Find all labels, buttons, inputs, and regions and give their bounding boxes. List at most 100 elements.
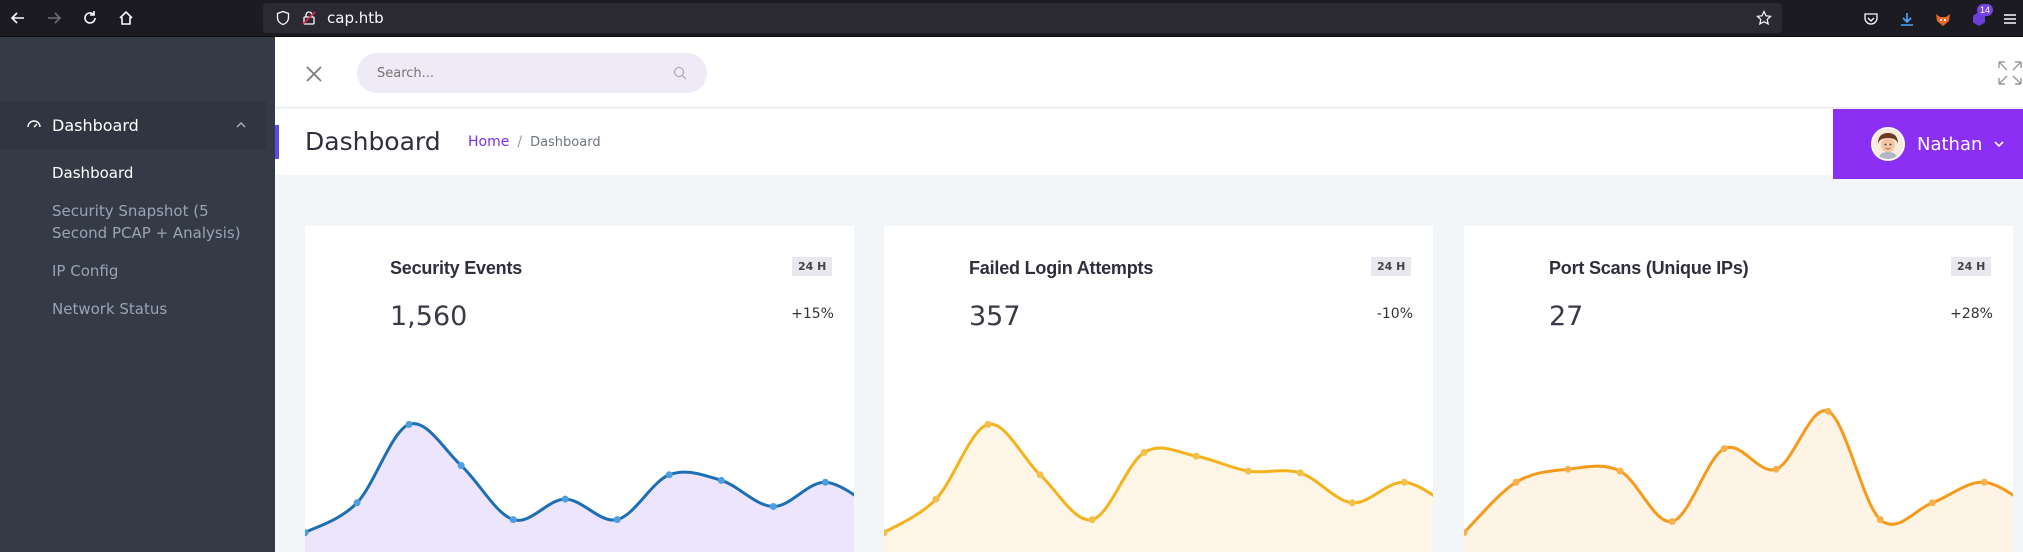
- sparkline-point[interactable]: [1564, 465, 1572, 473]
- forward-button[interactable]: [36, 0, 72, 37]
- sparkline-point[interactable]: [1616, 467, 1624, 475]
- main-content: Dashboard Home / Dashboard Nathan Securi…: [275, 37, 2023, 552]
- sidebar-group-dashboard[interactable]: Dashboard: [0, 101, 266, 149]
- sidebar: Dashboard Dashboard Security Snapshot (5…: [0, 37, 275, 552]
- url-text[interactable]: cap.htb: [327, 9, 384, 27]
- pocket-icon: [1864, 12, 1878, 25]
- close-sidebar-icon[interactable]: [305, 65, 323, 83]
- extension-fox-button[interactable]: [1925, 0, 1961, 37]
- card-title: Port Scans (Unique IPs): [1549, 258, 1749, 278]
- sparkline-point[interactable]: [1876, 516, 1884, 524]
- period-badge: 24 H: [1951, 257, 1992, 276]
- sparkline-point[interactable]: [1088, 516, 1096, 524]
- home-button[interactable]: [108, 0, 144, 37]
- title-accent-bar: [275, 125, 279, 159]
- sparkline-point[interactable]: [1244, 467, 1252, 475]
- page-header: Dashboard Home / Dashboard: [275, 109, 2023, 175]
- sparkline-point[interactable]: [1512, 478, 1520, 486]
- home-icon: [119, 10, 133, 25]
- card-value: 1,560: [390, 301, 468, 332]
- url-bar[interactable]: cap.htb: [263, 3, 1782, 33]
- sparkline-point[interactable]: [1348, 499, 1356, 507]
- sparkline-point[interactable]: [353, 499, 361, 507]
- sidebar-item-network-status[interactable]: Network Status: [0, 298, 266, 320]
- fox-extension-icon: [1936, 13, 1950, 26]
- pocket-button[interactable]: [1853, 0, 1889, 37]
- breadcrumb-separator: /: [517, 134, 523, 150]
- sparkline-point[interactable]: [1720, 445, 1728, 453]
- dashboard-gauge-icon: [27, 120, 41, 128]
- downloads-button[interactable]: [1889, 0, 1925, 37]
- sparkline-point[interactable]: [1928, 499, 1936, 507]
- shield-icon[interactable]: [275, 10, 291, 26]
- sparkline-point[interactable]: [1192, 452, 1200, 460]
- chevron-down-icon: [1994, 141, 2004, 148]
- card-value: 357: [969, 301, 1021, 332]
- browser-toolbar: cap.htb 14: [0, 0, 2023, 37]
- user-menu-button[interactable]: Nathan: [1833, 109, 2023, 179]
- breadcrumb-current: Dashboard: [530, 134, 601, 150]
- sparkline-chart: [884, 420, 1433, 552]
- reload-button[interactable]: [72, 0, 108, 37]
- search-box[interactable]: [357, 53, 707, 93]
- sidebar-item-dashboard[interactable]: Dashboard: [0, 162, 266, 184]
- sparkline-point[interactable]: [1824, 407, 1832, 415]
- sidebar-item-ip-config[interactable]: IP Config: [0, 260, 266, 282]
- page-title: Dashboard: [305, 127, 441, 156]
- arrow-left-icon: [10, 12, 24, 24]
- sparkline-point[interactable]: [1140, 448, 1148, 456]
- sparkline-point[interactable]: [509, 516, 517, 524]
- download-icon: [1901, 12, 1913, 26]
- card-title: Failed Login Attempts: [969, 258, 1154, 278]
- card-title: Security Events: [390, 258, 523, 278]
- period-badge: 24 H: [1371, 257, 1412, 276]
- sparkline-point[interactable]: [1668, 517, 1676, 525]
- back-button[interactable]: [0, 0, 36, 37]
- chevron-up-icon[interactable]: [234, 118, 248, 132]
- app-menu-button[interactable]: [1997, 0, 2023, 37]
- sparkline-point[interactable]: [984, 420, 992, 428]
- sparkline-point[interactable]: [457, 461, 465, 469]
- breadcrumb-home-link[interactable]: Home: [468, 134, 509, 150]
- change-percent: +28%: [1950, 306, 1993, 322]
- sparkline-chart: [305, 420, 854, 552]
- fullscreen-icon[interactable]: [1997, 60, 2023, 86]
- sparkline-area: [305, 423, 854, 552]
- sidebar-item-label: Second PCAP + Analysis): [52, 224, 241, 242]
- sidebar-group-label: Dashboard: [52, 115, 139, 135]
- extension-badge-button[interactable]: 14: [1961, 0, 1997, 37]
- stat-card-security-events: Security Events 1,560 24 H +15%: [305, 226, 854, 552]
- sparkline-point[interactable]: [405, 420, 413, 428]
- sparkline-area: [1464, 410, 2013, 552]
- reload-icon: [84, 11, 96, 24]
- search-icon[interactable]: [673, 66, 687, 80]
- sparkline-point[interactable]: [932, 495, 940, 503]
- sparkline-point[interactable]: [1772, 465, 1780, 473]
- avatar: [1871, 127, 1905, 161]
- sidebar-item-security-snapshot[interactable]: Security Snapshot (5 Second PCAP + Analy…: [0, 200, 266, 244]
- period-badge: 24 H: [792, 257, 833, 276]
- sidebar-item-label: Security Snapshot (5: [52, 202, 209, 220]
- user-name: Nathan: [1917, 133, 1983, 155]
- sparkline-point[interactable]: [613, 516, 621, 524]
- search-input[interactable]: [377, 65, 667, 81]
- arrow-right-icon: [48, 12, 62, 24]
- sparkline-point[interactable]: [769, 503, 777, 511]
- sparkline-point[interactable]: [1296, 469, 1304, 477]
- sparkline-area: [884, 424, 1433, 552]
- sparkline-point[interactable]: [821, 478, 829, 486]
- insecure-lock-icon[interactable]: [301, 10, 317, 26]
- sparkline-point[interactable]: [717, 476, 725, 484]
- sparkline-point[interactable]: [561, 495, 569, 503]
- card-value: 27: [1549, 301, 1584, 332]
- breadcrumb: Home / Dashboard: [468, 134, 601, 150]
- stat-card-port-scans: Port Scans (Unique IPs) 27 24 H +28%: [1464, 226, 2013, 552]
- extension-badge-count: 14: [1976, 4, 1993, 16]
- sparkline-point[interactable]: [1036, 471, 1044, 479]
- sparkline-chart: [1464, 407, 2013, 552]
- sidebar-menu: Dashboard Dashboard Security Snapshot (5…: [0, 101, 266, 320]
- sparkline-point[interactable]: [1400, 478, 1408, 486]
- sparkline-point[interactable]: [665, 471, 673, 479]
- bookmark-star-icon[interactable]: [1756, 10, 1772, 26]
- sparkline-point[interactable]: [1980, 478, 1988, 486]
